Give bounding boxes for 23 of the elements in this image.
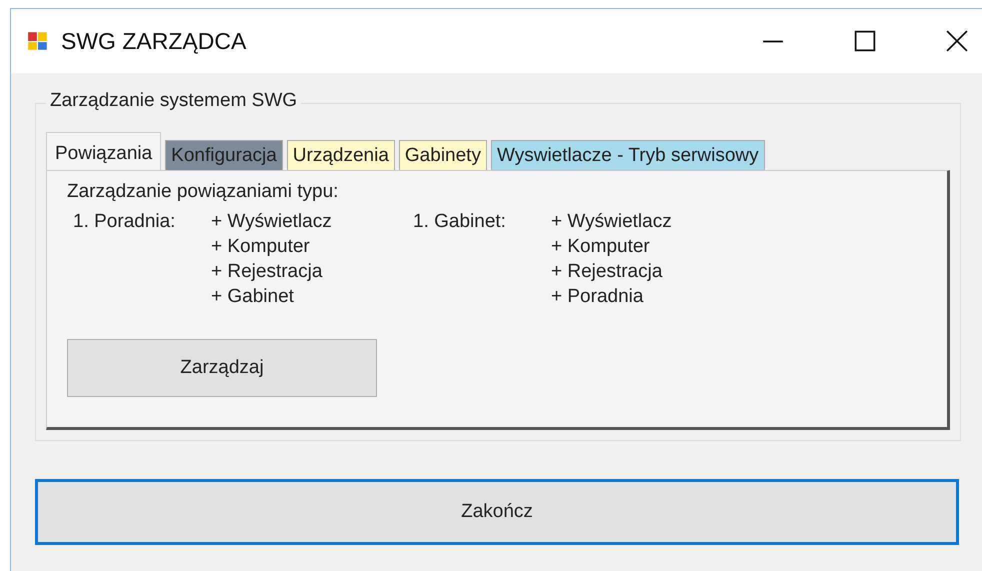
tab[interactable]: Wyswietlacze - Tryb serwisowy: [490, 140, 765, 170]
group-legend: Zarządzanie systemem SWG: [46, 90, 302, 112]
relation-item: + Rejestracja: [551, 260, 664, 284]
tab[interactable]: Urządzenia: [286, 140, 395, 170]
tab[interactable]: Gabinety: [398, 140, 487, 170]
relation-item: + Gabinet: [211, 285, 295, 309]
relation-item: + Komputer: [211, 235, 311, 259]
finish-button[interactable]: Zakończ: [35, 479, 959, 545]
relation-item: + Wyświetlacz: [551, 210, 672, 234]
relation-item: + Komputer: [551, 235, 651, 259]
window-title: SWG ZARZĄDCA: [61, 28, 246, 54]
relation-item: + Wyświetlacz: [211, 210, 332, 234]
relation-label: 1. Poradnia:: [73, 210, 176, 234]
tab[interactable]: Konfiguracja: [165, 140, 283, 170]
relation-label: 1. Gabinet:: [413, 210, 507, 234]
close-icon[interactable]: [946, 30, 968, 52]
maximize-icon[interactable]: [854, 30, 876, 52]
app-icon: [27, 30, 49, 52]
manage-button[interactable]: Zarządzaj: [67, 339, 377, 397]
relation-item: + Poradnia: [551, 285, 644, 309]
tab[interactable]: Powiązania: [46, 132, 162, 170]
panel-heading: Zarządzanie powiązaniami typu:: [67, 181, 340, 203]
relation-item: + Rejestracja: [211, 260, 324, 284]
